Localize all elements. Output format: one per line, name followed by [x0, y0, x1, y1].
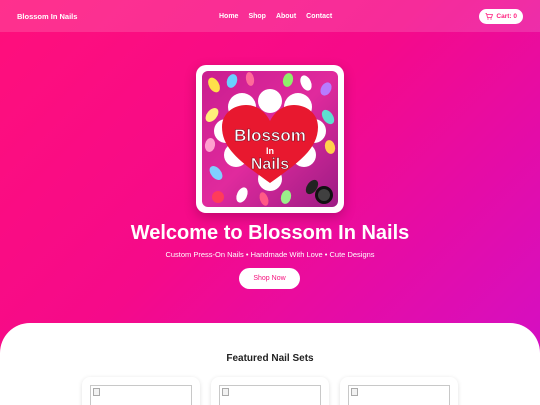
nav-link-about[interactable]: About: [276, 13, 296, 20]
cart-button[interactable]: Cart: 0: [479, 8, 523, 24]
product-card[interactable]: [211, 377, 329, 405]
shop-now-button[interactable]: Shop Now: [239, 268, 300, 289]
cart-count-label: Cart: 0: [496, 12, 517, 20]
broken-image-icon: [93, 388, 100, 396]
nav-link-contact[interactable]: Contact: [306, 13, 332, 20]
nav-link-shop[interactable]: Shop: [248, 13, 266, 20]
hero-title: Welcome to Blossom In Nails: [130, 222, 410, 244]
product-card[interactable]: [82, 377, 200, 405]
brand-logo-text[interactable]: Blossom In Nails: [17, 12, 77, 21]
product-card[interactable]: [340, 377, 458, 405]
navbar: Blossom In Nails Home Shop About Contact…: [0, 0, 540, 32]
featured-section: Featured Nail Sets: [0, 323, 540, 405]
brand-logo-image: Blossom In Nails: [202, 71, 338, 207]
featured-title: Featured Nail Sets: [226, 353, 314, 364]
svg-text:In: In: [266, 146, 274, 156]
product-image[interactable]: [90, 385, 192, 405]
nav-links: Home Shop About Contact: [219, 0, 342, 32]
cart-icon: [485, 12, 494, 20]
hero-subtitle: Custom Press-On Nails • Handmade With Lo…: [165, 250, 375, 259]
broken-image-icon: [222, 388, 229, 396]
broken-image-icon: [351, 388, 358, 396]
svg-text:Blossom: Blossom: [234, 126, 306, 145]
product-image[interactable]: [348, 385, 450, 405]
svg-text:Nails: Nails: [251, 156, 289, 173]
hero-logo-card: Blossom In Nails: [196, 65, 344, 213]
nav-link-home[interactable]: Home: [219, 13, 238, 20]
product-image[interactable]: [219, 385, 321, 405]
